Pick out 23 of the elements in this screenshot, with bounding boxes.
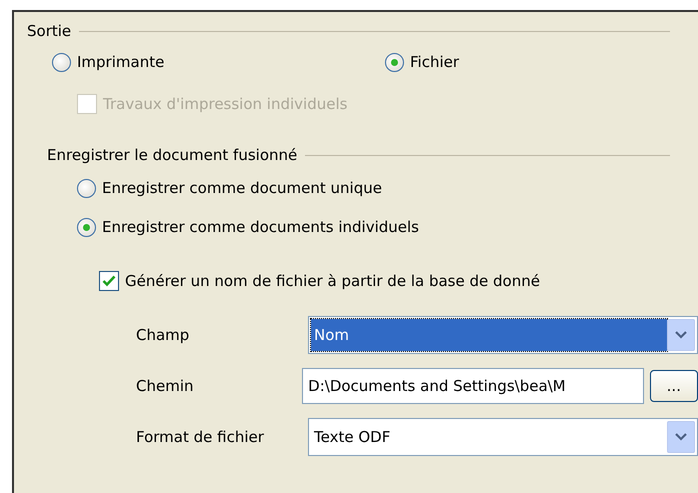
section-title: Sortie — [27, 22, 72, 40]
checkbox-label: Travaux d'impression individuels — [103, 95, 348, 113]
radio-label: Imprimante — [77, 53, 164, 71]
radio-label: Enregistrer comme document unique — [102, 179, 382, 197]
path-field[interactable]: D:\Documents and Settings\bea\M — [302, 368, 644, 404]
dropdown[interactable]: Texte ODF — [308, 418, 698, 456]
chevron-down-icon — [674, 432, 688, 442]
radio-label: Enregistrer comme documents individuels — [102, 218, 419, 236]
dropdown[interactable]: Nom — [308, 316, 698, 354]
chevron-down-icon — [674, 330, 688, 340]
checkbox-label: Générer un nom de fichier à partir de la base de donné — [125, 272, 540, 290]
field-label: Format de fichier — [136, 428, 265, 446]
radio-button[interactable] — [77, 178, 96, 198]
checkmark-icon — [102, 274, 116, 286]
radio-button[interactable] — [52, 52, 71, 72]
field-label: Chemin — [136, 376, 194, 394]
radio-button[interactable] — [385, 52, 404, 72]
section-title: Enregistrer le document fusionné — [47, 146, 298, 164]
checkbox[interactable] — [99, 270, 119, 290]
field-label: Champ — [136, 326, 190, 344]
radio-button[interactable] — [77, 218, 96, 236]
browse-button[interactable]: ... — [650, 370, 698, 402]
radio-label: Fichier — [410, 53, 460, 71]
